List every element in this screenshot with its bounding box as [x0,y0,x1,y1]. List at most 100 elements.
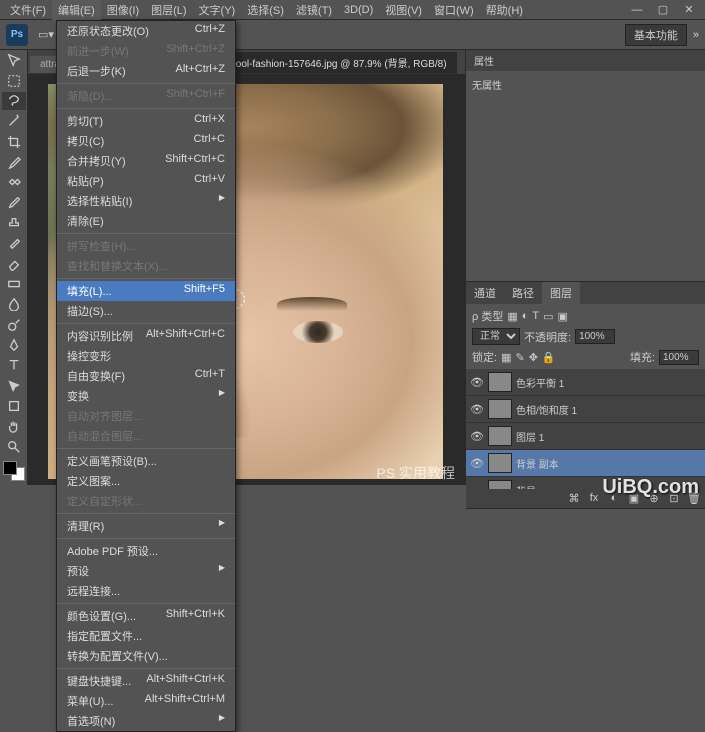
heal-tool[interactable] [2,173,26,191]
properties-title[interactable]: 属性 [466,50,705,71]
menu-image[interactable]: 图像(I) [101,0,145,20]
menu-item[interactable]: 内容识别比例Alt+Shift+Ctrl+C [57,326,235,346]
eyedropper-tool[interactable] [2,153,26,171]
delete-layer-icon[interactable]: 🗑 [687,492,701,505]
eraser-tool[interactable] [2,254,26,272]
blur-tool[interactable] [2,295,26,313]
menu-item[interactable]: 定义画笔预设(B)... [57,451,235,471]
blend-mode-select[interactable]: 正常 [472,328,520,345]
layer-group-icon[interactable]: ⊕ [647,492,661,505]
lock-pos-icon[interactable]: ✥ [529,351,538,364]
menu-item[interactable]: 自由变换(F)Ctrl+T [57,366,235,386]
layer-thumbnail[interactable] [488,453,512,473]
menu-item[interactable]: 菜单(U)...Alt+Shift+Ctrl+M [57,691,235,711]
lock-paint-icon[interactable]: ✎ [515,351,524,364]
menu-item[interactable]: 后退一步(K)Alt+Ctrl+Z [57,61,235,81]
visibility-icon[interactable]: 👁 [470,376,484,389]
move-tool[interactable] [2,51,26,69]
filter-adjust-icon[interactable]: ◐ [522,310,529,322]
app-logo[interactable]: Ps [6,24,28,46]
gradient-tool[interactable] [2,275,26,293]
menu-item[interactable]: 填充(L)...Shift+F5 [57,281,235,301]
tool-preset-icon[interactable]: ▭▾ [38,28,54,41]
wand-tool[interactable] [2,112,26,130]
layer-style-icon[interactable]: fx [587,492,601,505]
layers-tab[interactable]: 图层 [542,282,580,304]
color-swatches[interactable] [3,461,25,481]
lasso-tool[interactable] [2,92,26,110]
menu-item[interactable]: 预设▶ [57,561,235,581]
paths-tab[interactable]: 路径 [504,282,542,304]
new-layer-icon[interactable]: ⊡ [667,492,681,505]
menu-item[interactable]: 选择性粘贴(I)▶ [57,191,235,211]
channels-tab[interactable]: 通道 [466,282,504,304]
maximize-button[interactable]: ▢ [651,2,675,18]
visibility-icon[interactable]: 👁 [470,430,484,443]
menu-item[interactable]: 还原状态更改(O)Ctrl+Z [57,21,235,41]
menu-item[interactable]: 变换▶ [57,386,235,406]
menu-view[interactable]: 视图(V) [379,0,428,20]
layer-thumbnail[interactable] [488,372,512,392]
opacity-input[interactable] [575,329,615,344]
menu-item[interactable]: 剪切(T)Ctrl+X [57,111,235,131]
menu-3d[interactable]: 3D(D) [338,2,379,18]
menu-help[interactable]: 帮助(H) [480,0,529,20]
brush-tool[interactable] [2,193,26,211]
fill-input[interactable] [659,350,699,365]
adjustment-layer-icon[interactable]: ▣ [627,492,641,505]
menu-item[interactable]: 清理(R)▶ [57,516,235,536]
menu-item[interactable]: 定义图案... [57,471,235,491]
menu-item[interactable]: 拷贝(C)Ctrl+C [57,131,235,151]
menu-item[interactable]: 颜色设置(G)...Shift+Ctrl+K [57,606,235,626]
layer-mask-icon[interactable]: ◐ [607,492,621,505]
stamp-tool[interactable] [2,214,26,232]
menu-item[interactable]: 粘贴(P)Ctrl+V [57,171,235,191]
layer-thumbnail[interactable] [488,480,512,489]
layer-row[interactable]: 👁 色相/饱和度 1 [466,396,705,423]
menu-item[interactable]: 指定配置文件... [57,626,235,646]
menu-window[interactable]: 窗口(W) [428,0,480,20]
type-tool[interactable] [2,356,26,374]
lock-all-icon[interactable]: 🔒 [542,351,556,364]
filter-smart-icon[interactable]: ▣ [558,310,568,323]
menu-edit[interactable]: 编辑(E) [52,0,101,20]
menu-item[interactable]: 键盘快捷键...Alt+Shift+Ctrl+K [57,671,235,691]
menu-item[interactable]: 首选项(N)▶ [57,711,235,731]
menu-file[interactable]: 文件(F) [4,0,52,20]
menu-item[interactable]: 转换为配置文件(V)... [57,646,235,666]
visibility-icon[interactable]: 👁 [470,457,484,470]
layer-row[interactable]: 👁 图层 1 [466,423,705,450]
path-select-tool[interactable] [2,377,26,395]
link-layers-icon[interactable]: ⌘ [567,492,581,505]
menu-item[interactable]: 远程连接... [57,581,235,601]
lock-trans-icon[interactable]: ▦ [501,351,511,364]
dodge-tool[interactable] [2,315,26,333]
pen-tool[interactable] [2,336,26,354]
crop-tool[interactable] [2,132,26,150]
menu-item[interactable]: 清除(E) [57,211,235,231]
minimize-button[interactable]: — [625,2,649,18]
close-button[interactable]: ✕ [677,2,701,18]
layer-row[interactable]: 👁 背景 副本 [466,450,705,477]
menu-item[interactable]: Adobe PDF 预设... [57,541,235,561]
menu-item[interactable]: 合并拷贝(Y)Shift+Ctrl+C [57,151,235,171]
visibility-icon[interactable]: 👁 [470,403,484,416]
menu-filter[interactable]: 滤镜(T) [290,0,338,20]
shape-tool[interactable] [2,397,26,415]
layer-thumbnail[interactable] [488,426,512,446]
history-brush-tool[interactable] [2,234,26,252]
menu-item[interactable]: 操控变形 [57,346,235,366]
layer-thumbnail[interactable] [488,399,512,419]
filter-type-icon[interactable]: T [532,310,539,322]
menu-select[interactable]: 选择(S) [241,0,290,20]
zoom-tool[interactable] [2,438,26,456]
menu-layer[interactable]: 图层(L) [145,0,192,20]
menu-item[interactable]: 描边(S)... [57,301,235,321]
layer-row[interactable]: 背景 [466,477,705,489]
search-icon[interactable]: » [693,29,699,41]
hand-tool[interactable] [2,417,26,435]
menu-type[interactable]: 文字(Y) [193,0,242,20]
marquee-tool[interactable] [2,71,26,89]
filter-pixel-icon[interactable]: ▦ [507,310,517,323]
filter-shape-icon[interactable]: ▭ [543,310,553,323]
